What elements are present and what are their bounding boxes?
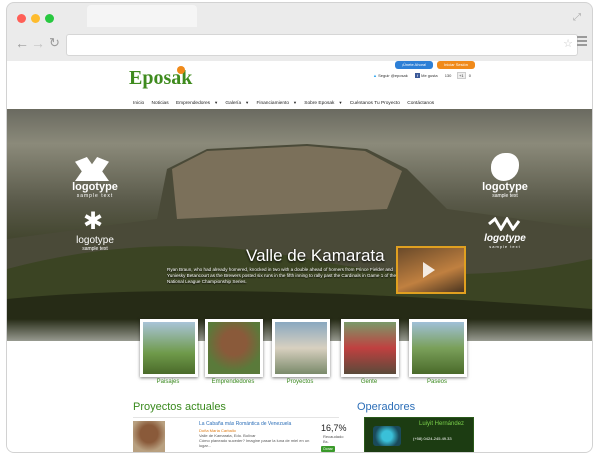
star-logo-icon: ✱ (82, 208, 104, 235)
minimize-window-button[interactable] (31, 14, 40, 23)
logotype-word: logotype (76, 235, 114, 246)
logotype-sub: sample text (492, 193, 518, 199)
logotype-label-3: logotype sample text (475, 181, 535, 199)
project-amount: Bs. (323, 439, 329, 444)
bookmark-star-icon[interactable]: ☆ (563, 37, 573, 50)
chevron-down-icon: ▼ (292, 100, 297, 105)
nav-item-inicio[interactable]: Inicio (133, 101, 144, 106)
operator-phone: (+58) 0424-245.49.33 (413, 436, 452, 441)
nav-item-emprendedores[interactable]: Emprendedores (176, 101, 210, 106)
logotype-sub: sample text (82, 246, 108, 252)
chevron-down-icon: ▼ (214, 100, 219, 105)
twitter-follow-label: Seguir @eposak (378, 73, 408, 78)
play-icon (423, 262, 435, 278)
nav-item-cuentanos[interactable]: Cuéntanos Tu Proyecto (350, 101, 400, 106)
like-label: Me gusta (421, 73, 438, 78)
operators-heading: Operadores (357, 401, 416, 413)
video-thumbnail[interactable] (396, 246, 466, 294)
category-label-proyectos[interactable]: Proyectos (265, 379, 335, 385)
logotype-word: logotype (482, 181, 528, 193)
back-arrow-icon[interactable]: ← (15, 35, 29, 51)
project-title[interactable]: La Cabaña más Romántica de Venezuela (199, 421, 291, 427)
logotype-label-2: logotype sample text (65, 235, 125, 252)
category-thumb-proyectos[interactable] (272, 319, 330, 377)
sun-icon (177, 66, 185, 74)
project-photo (133, 421, 165, 452)
twitter-follow-button[interactable]: ▲ Seguir @eposak (373, 73, 408, 78)
address-bar[interactable]: ☆ (66, 34, 578, 56)
facebook-icon: f (415, 73, 420, 78)
logotype-word: logotype (72, 181, 118, 193)
wave-logo-icon (488, 217, 521, 231)
hero-title: Valle de Kamarata (246, 246, 385, 265)
logotype-label-4: logotype sample text (475, 233, 535, 249)
browser-tab[interactable] (87, 5, 197, 27)
logotype-sub: sample text (76, 193, 114, 199)
project-description: Cómo planeado suceder? Imagine pasar la … (199, 438, 310, 448)
fullscreen-icon[interactable]: ⤢ (573, 12, 585, 24)
project-percent: 16,7% (321, 423, 347, 433)
site-logo[interactable]: Eposak (129, 66, 192, 90)
facebook-like-button[interactable]: f Me gusta 130 (415, 73, 451, 78)
nav-item-sobre-eposak[interactable]: Sobre Eposak (304, 101, 334, 106)
category-thumb-emprendedores[interactable] (205, 319, 263, 377)
operator-logo-icon (373, 426, 401, 446)
login-button[interactable]: Iniciar Sesión (437, 61, 475, 69)
main-nav: Inicio Noticias Emprendedores ▼ Galería ▼ … (133, 100, 463, 108)
category-thumb-paseos[interactable] (409, 319, 467, 377)
forward-arrow-icon[interactable]: → (31, 35, 45, 51)
logotype-sub: sample text (489, 244, 521, 249)
chevron-down-icon: ▼ (338, 100, 343, 105)
project-card[interactable]: La Cabaña más Romántica de Venezuela Doñ… (133, 417, 347, 452)
google-plus-count: 0 (468, 73, 471, 78)
maximize-window-button[interactable] (45, 14, 54, 23)
category-label-paisajes[interactable]: Paisajes (133, 379, 203, 385)
menu-icon[interactable] (577, 36, 587, 46)
category-label-gente[interactable]: Gente (334, 379, 404, 385)
projects-heading: Proyectos actuales (133, 401, 226, 413)
donate-button[interactable]: Donar (321, 446, 335, 452)
category-thumb-paisajes[interactable] (140, 319, 198, 377)
category-thumb-gente[interactable] (341, 319, 399, 377)
logotype-word: logotype (484, 233, 526, 244)
nav-item-noticias[interactable]: Noticias (152, 101, 169, 106)
twitter-icon: ▲ (373, 73, 377, 78)
category-label-paseos[interactable]: Paseos (402, 379, 472, 385)
logotype-label-1: logotype sample text (65, 181, 125, 199)
close-window-button[interactable] (17, 14, 26, 23)
category-label-emprendedores[interactable]: Emprendedores (198, 379, 268, 385)
nav-item-contactanos[interactable]: Contáctanos (407, 101, 434, 106)
chevron-down-icon: ▼ (245, 100, 250, 105)
join-button[interactable]: ¡Únete Ahora! (395, 61, 433, 69)
nav-item-financiamiento[interactable]: Financiamiento (256, 101, 289, 106)
reload-icon[interactable]: ↻ (49, 34, 60, 52)
google-plus-button[interactable]: +1 0 (457, 72, 471, 79)
operator-card[interactable]: Luiyit Hernández (+58) 0424-245.49.33 (364, 417, 474, 452)
hero-description: Ryan Braun, who had already homered, kno… (167, 267, 397, 284)
operator-name: Luiyit Hernández (419, 421, 465, 427)
google-plus-label: +1 (457, 72, 466, 79)
hero-banner: logotype sample text ✱ logotype sample t… (7, 109, 592, 341)
like-count: 130 (444, 73, 452, 78)
web-page: Eposak ¡Únete Ahora! Iniciar Sesión ▲ Se… (7, 61, 592, 452)
browser-window: ⤢ ← → ↻ ☆ Eposak ¡Únete Ahora! Iniciar S… (7, 3, 592, 452)
nav-item-galeria[interactable]: Galería (225, 101, 241, 106)
